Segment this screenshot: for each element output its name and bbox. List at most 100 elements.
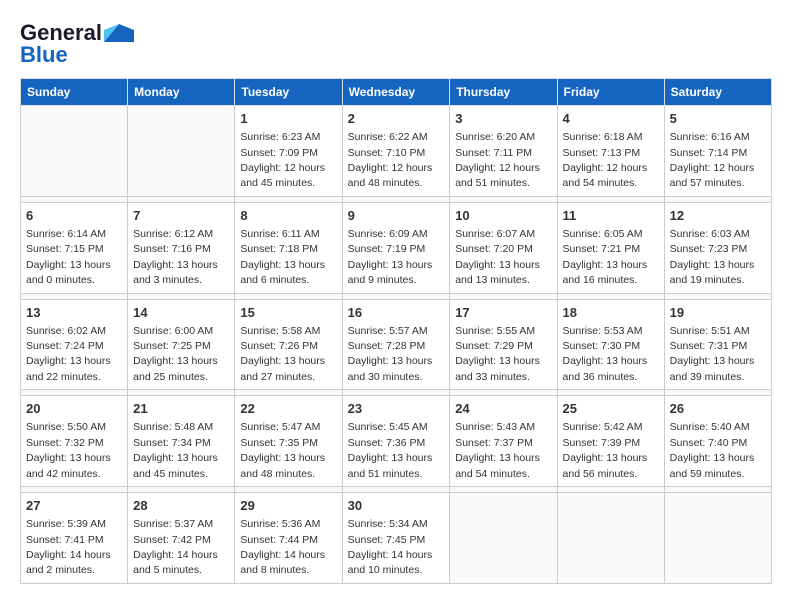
calendar-cell: 3 Sunrise: 6:20 AM Sunset: 7:11 PM Dayli… (450, 106, 557, 197)
cell-sunrise: Sunrise: 5:34 AM (348, 518, 428, 530)
calendar-cell: 26 Sunrise: 5:40 AM Sunset: 7:40 PM Dayl… (664, 396, 771, 487)
day-number: 27 (26, 497, 122, 515)
cell-sunset: Sunset: 7:44 PM (240, 534, 318, 546)
cell-daylight: Daylight: 13 hours and 27 minutes. (240, 355, 325, 382)
day-number: 26 (670, 400, 766, 418)
day-number: 29 (240, 497, 336, 515)
header-day-tuesday: Tuesday (235, 79, 342, 106)
day-number: 16 (348, 304, 445, 322)
cell-daylight: Daylight: 13 hours and 9 minutes. (348, 259, 433, 286)
calendar-cell: 5 Sunrise: 6:16 AM Sunset: 7:14 PM Dayli… (664, 106, 771, 197)
cell-daylight: Daylight: 14 hours and 2 minutes. (26, 549, 111, 576)
cell-daylight: Daylight: 12 hours and 51 minutes. (455, 162, 540, 189)
cell-sunset: Sunset: 7:37 PM (455, 437, 533, 449)
cell-daylight: Daylight: 13 hours and 42 minutes. (26, 452, 111, 479)
cell-daylight: Daylight: 13 hours and 56 minutes. (563, 452, 648, 479)
day-number: 21 (133, 400, 229, 418)
cell-sunset: Sunset: 7:28 PM (348, 340, 426, 352)
header-day-saturday: Saturday (664, 79, 771, 106)
cell-sunrise: Sunrise: 5:55 AM (455, 325, 535, 337)
calendar-cell: 12 Sunrise: 6:03 AM Sunset: 7:23 PM Dayl… (664, 202, 771, 293)
cell-daylight: Daylight: 13 hours and 22 minutes. (26, 355, 111, 382)
cell-sunrise: Sunrise: 6:07 AM (455, 228, 535, 240)
cell-sunset: Sunset: 7:18 PM (240, 243, 318, 255)
cell-sunrise: Sunrise: 5:50 AM (26, 421, 106, 433)
cell-sunrise: Sunrise: 6:00 AM (133, 325, 213, 337)
header-day-monday: Monday (128, 79, 235, 106)
cell-sunrise: Sunrise: 5:37 AM (133, 518, 213, 530)
calendar-cell: 30 Sunrise: 5:34 AM Sunset: 7:45 PM Dayl… (342, 493, 450, 584)
cell-daylight: Daylight: 13 hours and 59 minutes. (670, 452, 755, 479)
cell-daylight: Daylight: 14 hours and 8 minutes. (240, 549, 325, 576)
header: General Blue (20, 20, 772, 68)
calendar-cell: 16 Sunrise: 5:57 AM Sunset: 7:28 PM Dayl… (342, 299, 450, 390)
day-number: 25 (563, 400, 659, 418)
cell-sunrise: Sunrise: 6:03 AM (670, 228, 750, 240)
cell-sunrise: Sunrise: 6:05 AM (563, 228, 643, 240)
cell-sunrise: Sunrise: 5:42 AM (563, 421, 643, 433)
day-number: 1 (240, 110, 336, 128)
cell-daylight: Daylight: 13 hours and 48 minutes. (240, 452, 325, 479)
cell-daylight: Daylight: 13 hours and 16 minutes. (563, 259, 648, 286)
cell-daylight: Daylight: 13 hours and 33 minutes. (455, 355, 540, 382)
calendar-cell: 28 Sunrise: 5:37 AM Sunset: 7:42 PM Dayl… (128, 493, 235, 584)
day-number: 7 (133, 207, 229, 225)
cell-sunset: Sunset: 7:09 PM (240, 147, 318, 159)
cell-sunrise: Sunrise: 5:43 AM (455, 421, 535, 433)
cell-daylight: Daylight: 13 hours and 36 minutes. (563, 355, 648, 382)
calendar-cell: 25 Sunrise: 5:42 AM Sunset: 7:39 PM Dayl… (557, 396, 664, 487)
cell-daylight: Daylight: 12 hours and 54 minutes. (563, 162, 648, 189)
cell-sunset: Sunset: 7:15 PM (26, 243, 104, 255)
calendar-cell: 21 Sunrise: 5:48 AM Sunset: 7:34 PM Dayl… (128, 396, 235, 487)
cell-sunset: Sunset: 7:23 PM (670, 243, 748, 255)
cell-sunrise: Sunrise: 5:36 AM (240, 518, 320, 530)
cell-daylight: Daylight: 13 hours and 13 minutes. (455, 259, 540, 286)
cell-sunset: Sunset: 7:30 PM (563, 340, 641, 352)
cell-sunset: Sunset: 7:42 PM (133, 534, 211, 546)
cell-sunrise: Sunrise: 6:20 AM (455, 131, 535, 143)
calendar-cell: 11 Sunrise: 6:05 AM Sunset: 7:21 PM Dayl… (557, 202, 664, 293)
cell-sunrise: Sunrise: 6:14 AM (26, 228, 106, 240)
cell-sunset: Sunset: 7:14 PM (670, 147, 748, 159)
cell-sunset: Sunset: 7:16 PM (133, 243, 211, 255)
cell-sunset: Sunset: 7:34 PM (133, 437, 211, 449)
cell-sunset: Sunset: 7:20 PM (455, 243, 533, 255)
cell-sunrise: Sunrise: 5:51 AM (670, 325, 750, 337)
header-day-friday: Friday (557, 79, 664, 106)
day-number: 13 (26, 304, 122, 322)
calendar-cell: 13 Sunrise: 6:02 AM Sunset: 7:24 PM Dayl… (21, 299, 128, 390)
day-number: 2 (348, 110, 445, 128)
cell-daylight: Daylight: 14 hours and 10 minutes. (348, 549, 433, 576)
day-number: 11 (563, 207, 659, 225)
cell-daylight: Daylight: 13 hours and 25 minutes. (133, 355, 218, 382)
calendar-cell (664, 493, 771, 584)
cell-daylight: Daylight: 13 hours and 6 minutes. (240, 259, 325, 286)
cell-sunset: Sunset: 7:39 PM (563, 437, 641, 449)
day-number: 28 (133, 497, 229, 515)
cell-daylight: Daylight: 13 hours and 45 minutes. (133, 452, 218, 479)
week-row-1: 1 Sunrise: 6:23 AM Sunset: 7:09 PM Dayli… (21, 106, 772, 197)
calendar-cell: 23 Sunrise: 5:45 AM Sunset: 7:36 PM Dayl… (342, 396, 450, 487)
header-day-sunday: Sunday (21, 79, 128, 106)
day-number: 10 (455, 207, 551, 225)
calendar-cell: 18 Sunrise: 5:53 AM Sunset: 7:30 PM Dayl… (557, 299, 664, 390)
cell-sunset: Sunset: 7:29 PM (455, 340, 533, 352)
cell-sunrise: Sunrise: 6:11 AM (240, 228, 319, 240)
cell-sunset: Sunset: 7:10 PM (348, 147, 426, 159)
day-number: 3 (455, 110, 551, 128)
cell-daylight: Daylight: 13 hours and 51 minutes. (348, 452, 433, 479)
calendar-cell: 27 Sunrise: 5:39 AM Sunset: 7:41 PM Dayl… (21, 493, 128, 584)
cell-sunrise: Sunrise: 5:48 AM (133, 421, 213, 433)
calendar-cell: 10 Sunrise: 6:07 AM Sunset: 7:20 PM Dayl… (450, 202, 557, 293)
calendar-cell: 7 Sunrise: 6:12 AM Sunset: 7:16 PM Dayli… (128, 202, 235, 293)
calendar-cell: 17 Sunrise: 5:55 AM Sunset: 7:29 PM Dayl… (450, 299, 557, 390)
calendar-cell: 19 Sunrise: 5:51 AM Sunset: 7:31 PM Dayl… (664, 299, 771, 390)
cell-sunrise: Sunrise: 5:45 AM (348, 421, 428, 433)
cell-daylight: Daylight: 13 hours and 30 minutes. (348, 355, 433, 382)
logo-blue-text: Blue (20, 42, 68, 68)
cell-daylight: Daylight: 13 hours and 39 minutes. (670, 355, 755, 382)
cell-sunset: Sunset: 7:11 PM (455, 147, 532, 159)
cell-sunrise: Sunrise: 5:58 AM (240, 325, 320, 337)
cell-sunrise: Sunrise: 5:39 AM (26, 518, 106, 530)
cell-sunrise: Sunrise: 5:53 AM (563, 325, 643, 337)
